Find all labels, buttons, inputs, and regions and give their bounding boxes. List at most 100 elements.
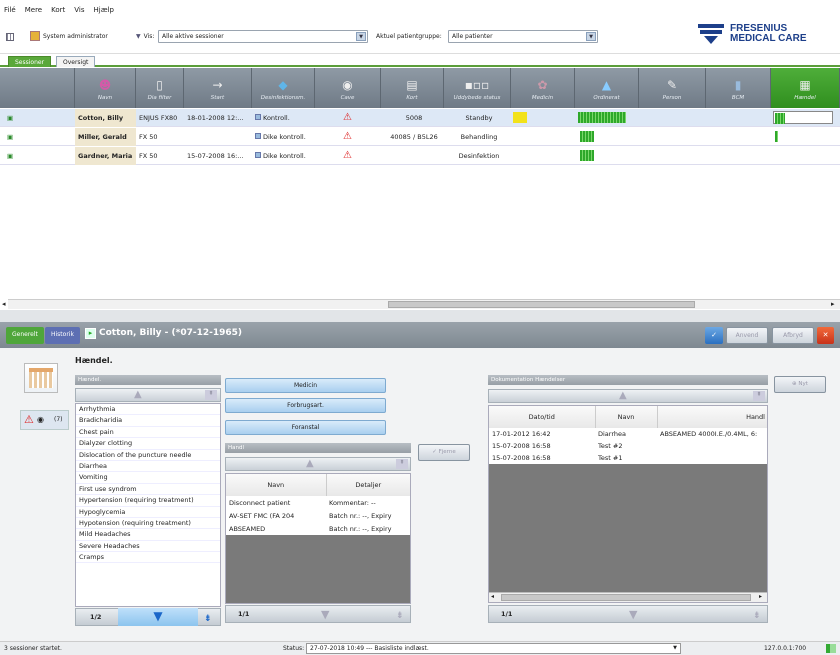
column-handl-header[interactable]: Handl xyxy=(657,406,767,428)
column-bcm[interactable]: ▮ BCM xyxy=(706,68,771,108)
tab-general[interactable]: Generelt xyxy=(6,327,44,344)
list-item[interactable]: Vomiting xyxy=(76,472,220,484)
grid-view-button[interactable] xyxy=(6,33,14,41)
column-start[interactable]: → Start xyxy=(184,68,252,108)
delete-button[interactable]: ✓ Fjerne xyxy=(418,444,470,461)
confirm-check-icon[interactable]: ✓ xyxy=(705,327,723,344)
scroll-top-icon[interactable]: ⇞ xyxy=(753,391,765,401)
consumables-button[interactable]: Forbrugsart. xyxy=(225,398,386,413)
start-time: 18-01-2008 12:... xyxy=(187,114,244,122)
grid-horizontal-scrollbar[interactable]: ◂ ▸ xyxy=(2,299,840,309)
measure-button[interactable]: Foranstal xyxy=(225,420,386,435)
tab-history[interactable]: Historik xyxy=(45,327,80,344)
column-name-header[interactable]: Navn xyxy=(595,406,658,428)
scroll-thumb[interactable] xyxy=(388,301,695,308)
close-icon[interactable]: ✕ xyxy=(817,327,834,344)
table-row[interactable]: ABSEAMED Batch nr.: --, Expiry xyxy=(226,522,410,535)
arrow-down-icon[interactable]: ▼ xyxy=(118,608,198,626)
people-icon: ☻ xyxy=(98,78,112,92)
column-status[interactable]: ▪▫▫ Uddybede status xyxy=(444,68,511,108)
column-medicine[interactable]: ✿ Medicin xyxy=(511,68,575,108)
table-row[interactable]: 15-07-2008 16:58 Test #2 xyxy=(489,440,767,452)
list-item[interactable]: Hypoglycemia xyxy=(76,507,220,518)
menu-more[interactable]: Mere xyxy=(25,6,42,14)
list-item[interactable]: First use syndrom xyxy=(76,484,220,496)
scroll-bottom-icon[interactable]: ⇟ xyxy=(753,608,761,625)
disinfection-icon: ◆ xyxy=(278,78,288,92)
table-row[interactable]: Disconnect patient Kommentar: -- xyxy=(226,496,410,509)
user-button[interactable]: System administrator xyxy=(30,31,108,41)
list-item[interactable]: Diarrhea xyxy=(76,461,220,473)
column-dia-filter[interactable]: ▯ Dia filter xyxy=(136,68,184,108)
list-item[interactable]: Mild Headaches xyxy=(76,529,220,541)
status-icon: ▪▫▫ xyxy=(464,78,490,92)
new-button[interactable]: ⊕ Nyt xyxy=(774,376,826,393)
doc-scroll-up[interactable]: ▲ ⇞ xyxy=(488,389,768,403)
medicine-button[interactable]: Medicin xyxy=(225,378,386,393)
table-row[interactable]: ▣ Cotton, Billy ENJUS FX80 18-01-2008 12… xyxy=(0,109,840,127)
scroll-bottom-icon[interactable]: ⇟ xyxy=(204,611,212,628)
list-item[interactable]: Arrhythmia xyxy=(76,404,220,416)
apply-button[interactable]: Anvend xyxy=(726,327,768,344)
column-prescription[interactable]: ▲ Ordinerat xyxy=(575,68,639,108)
patient-group-select[interactable]: Alle patienter ▼ xyxy=(448,30,598,43)
patient-name: Gardner, Maria xyxy=(75,147,136,165)
tab-overview[interactable]: Oversigt xyxy=(56,56,96,67)
column-date-header[interactable]: Dato/tid xyxy=(489,406,596,428)
handl-scroll-up[interactable]: ▲ ⇞ xyxy=(225,457,411,471)
list-item[interactable]: Dialyzer clotting xyxy=(76,438,220,450)
column-name-header[interactable]: Navn xyxy=(226,474,327,496)
scroll-top-icon[interactable]: ⇞ xyxy=(396,459,408,469)
events-scroll-up[interactable]: ▲ ⇞ xyxy=(75,388,221,402)
menu-file[interactable]: Filé xyxy=(4,6,16,14)
list-item[interactable]: Cramps xyxy=(76,552,220,564)
scroll-right-icon[interactable]: ▸ xyxy=(831,300,835,308)
arrow-down-icon[interactable]: ▼ xyxy=(629,606,637,623)
table-row[interactable]: AV-SET FMC (FA 204 Batch nr.: --, Expiry xyxy=(226,509,410,522)
list-item[interactable]: Severe Headaches xyxy=(76,541,220,553)
column-event[interactable]: ▦ Hændel xyxy=(771,68,840,108)
table-row[interactable]: 15-07-2008 16:58 Test #1 xyxy=(489,452,767,464)
table-row[interactable]: ▣ Gardner, Maria FX 50 15-07-2008 16:...… xyxy=(0,147,840,165)
list-item[interactable]: Bradicharidia xyxy=(76,415,220,427)
scroll-left-icon[interactable]: ◂ xyxy=(2,300,6,308)
column-cave[interactable]: ◉ Cave xyxy=(315,68,381,108)
scroll-bottom-icon[interactable]: ⇟ xyxy=(396,608,404,625)
doc-horizontal-scrollbar[interactable]: ◂ ▸ xyxy=(489,592,767,602)
table-row[interactable]: ▣ Miller, Gerald FX 50 Dike kontroll. ⚠ … xyxy=(0,128,840,146)
row-expand-icon[interactable]: ▣ xyxy=(4,109,18,127)
list-item[interactable]: Dislocation of the puncture needle xyxy=(76,450,220,461)
cave-toggle[interactable]: ⚠ ◉ (7) xyxy=(20,410,69,430)
column-card[interactable]: ▤ Kort xyxy=(381,68,444,108)
column-details-header[interactable]: Detaljer xyxy=(326,474,410,496)
logo-line2: MEDICAL CARE xyxy=(730,33,807,44)
menu-help[interactable]: Hjælp xyxy=(94,6,114,14)
list-item[interactable]: Hypertension (requiring treatment) xyxy=(76,495,220,507)
detailed-status: Standby xyxy=(465,114,493,122)
patient-expand-icon[interactable]: ▸ xyxy=(85,328,96,339)
splitter[interactable] xyxy=(0,310,840,322)
scroll-left-icon[interactable]: ◂ xyxy=(491,593,494,600)
menu-view[interactable]: Vis xyxy=(74,6,84,14)
row-expand-icon[interactable]: ▣ xyxy=(4,147,18,165)
tab-sessions[interactable]: Sessioner xyxy=(8,56,52,67)
eye-icon: ◉ xyxy=(37,415,44,424)
list-item[interactable]: Hypotension (requiring treatment) xyxy=(76,518,220,530)
disinfection: Dike kontroll. xyxy=(252,128,315,146)
view-select[interactable]: Alle aktive sessioner ▼ xyxy=(158,30,368,43)
row-expand-icon[interactable]: ▣ xyxy=(4,128,18,146)
scroll-top-icon[interactable]: ⇞ xyxy=(205,390,217,400)
column-person[interactable]: ✎ Person xyxy=(639,68,706,108)
status-select[interactable]: 27-07-2018 10:49 --- Basisliste indlæst.… xyxy=(306,643,681,654)
column-name[interactable]: ☻ Navn xyxy=(75,68,136,108)
column-disinfection[interactable]: ◆ Desinfektionsm. xyxy=(252,68,315,108)
arrow-down-icon[interactable]: ▼ xyxy=(321,606,329,623)
menu-card[interactable]: Kort xyxy=(51,6,65,14)
scroll-right-icon[interactable]: ▸ xyxy=(759,593,762,600)
dia-filter: ENJUS FX80 xyxy=(139,114,178,122)
scroll-thumb[interactable] xyxy=(501,594,751,601)
sessions-status: 3 sessioner startet. xyxy=(4,645,62,652)
cancel-button[interactable]: Afbryd xyxy=(772,327,814,344)
table-row[interactable]: 17-01-2012 16:42 Diarrhea ABSEAMED 4000I.E… xyxy=(489,428,767,440)
list-item[interactable]: Chest pain xyxy=(76,427,220,439)
